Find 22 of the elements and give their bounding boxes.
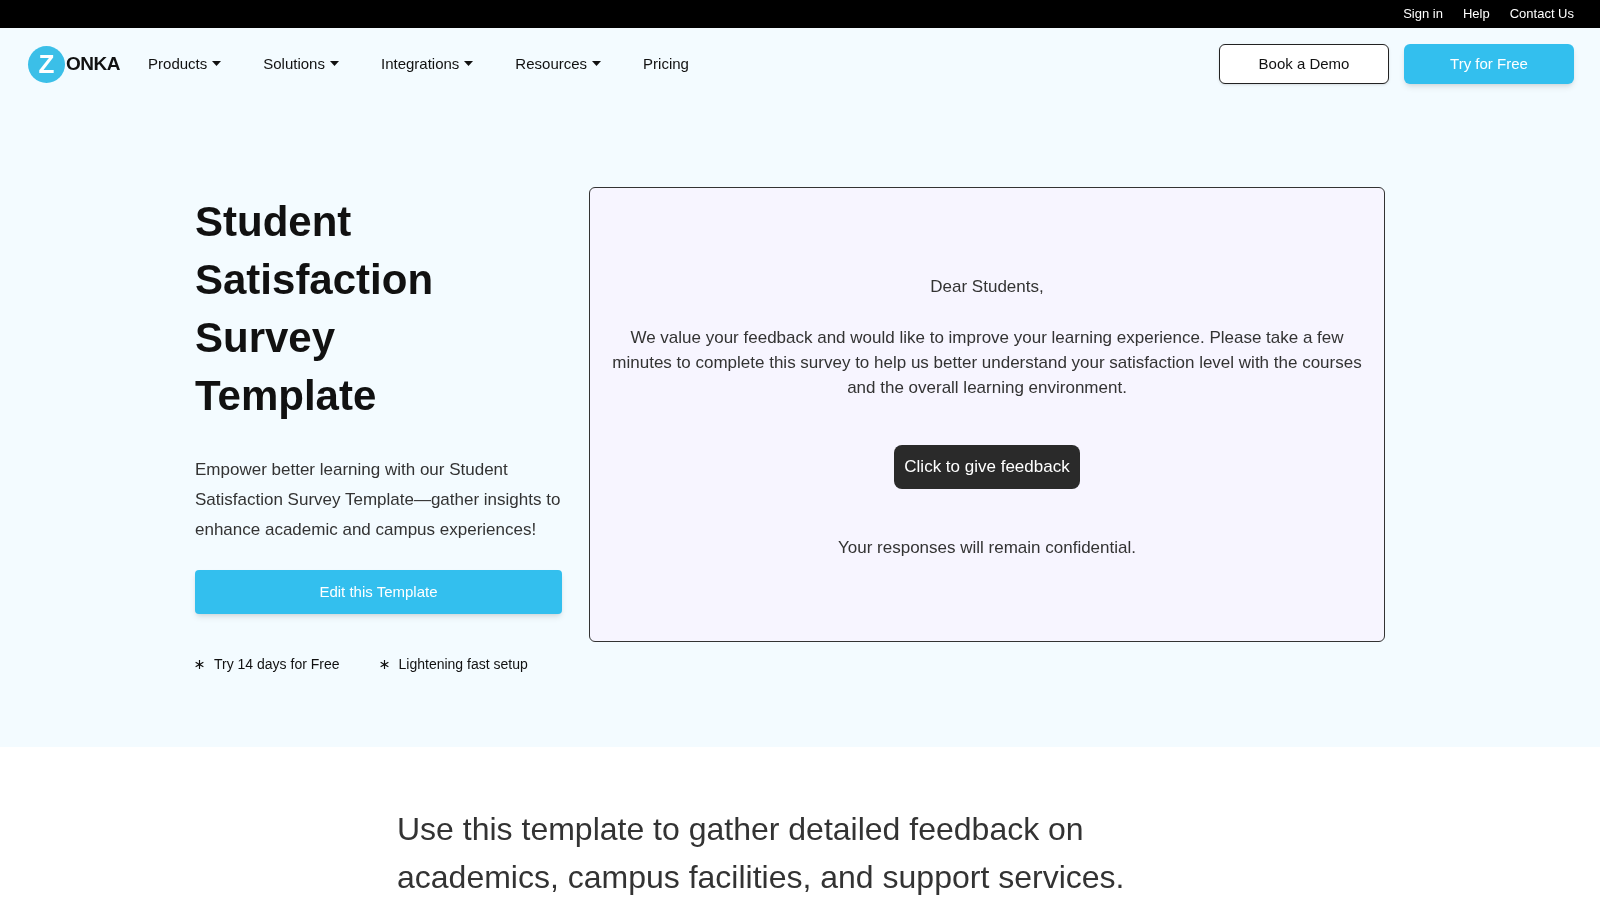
nav-menu-item[interactable]: Products xyxy=(148,52,222,76)
survey-footer: Your responses will remain confidential. xyxy=(838,534,1136,560)
asterisk-icon xyxy=(195,660,204,669)
top-bar-link[interactable]: Contact Us xyxy=(1509,4,1574,24)
feature-text: Try 14 days for Free xyxy=(214,655,340,674)
logo[interactable]: Z ONKA xyxy=(28,45,121,83)
intro-text: academics, campus facilities, and support services. xyxy=(397,858,1126,897)
nav-menu-item[interactable]: Pricing xyxy=(643,52,689,76)
hero-description: Empower better learning with our Student Satisfaction Survey Template—gather insights to enhance academic and campus experiences! xyxy=(195,459,562,541)
top-bar-link[interactable]: Sign in xyxy=(1403,4,1443,24)
feature-text: Lightening fast setup xyxy=(398,655,528,674)
nav-menu-item[interactable]: Solutions xyxy=(263,52,339,76)
asterisk-icon xyxy=(379,660,389,669)
top-bar-link[interactable]: Help xyxy=(1462,4,1490,24)
survey-message: We value your feedback and would like to improve your learning experience. Please take a few minutes to complete this survey to help us better understand your satisfaction level with the courses and the overall learning environment. xyxy=(611,326,1363,399)
give-feedback-button[interactable]: Click to give feedback xyxy=(894,444,1080,489)
nav-menu-item[interactable]: Integrations xyxy=(380,52,474,76)
survey-greeting: Dear Students, xyxy=(930,276,1044,298)
book-demo-button[interactable]: Book a Demo xyxy=(1219,44,1389,84)
nav-menu-item[interactable]: Resources xyxy=(515,52,602,76)
intro-text: Use this template to gather detailed feedback on xyxy=(397,810,1085,849)
page-title: Student Satisfaction Survey Template xyxy=(195,197,435,421)
